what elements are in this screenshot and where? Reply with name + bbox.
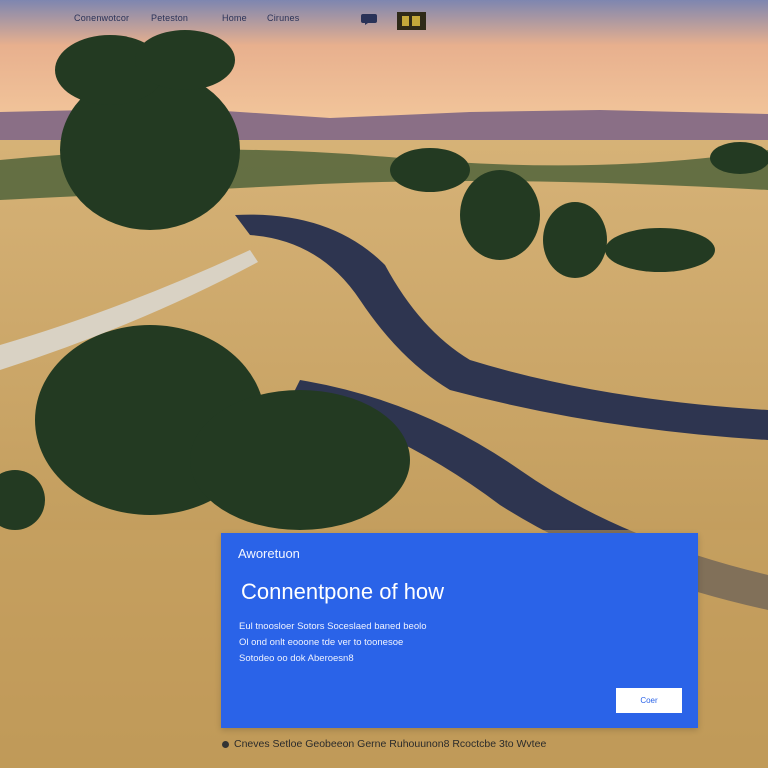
feature-panel: Aworetuon Connentpone of how Eul tnooslo… — [221, 533, 698, 728]
panel-body-line: Ol ond onlt eooone tde ver to toonesoe — [239, 637, 404, 648]
panel-eyebrow: Aworetuon — [238, 546, 300, 561]
panel-body: Eul tnoosloer Sotors Soceslaed baned beo… — [239, 619, 539, 667]
footer-text[interactable]: Cneves Setloe Geobeeon Gerne Ruhouunon8 … — [234, 738, 546, 750]
nav-link-peteston[interactable]: Peteston — [151, 13, 188, 23]
grid-icon[interactable] — [397, 12, 426, 35]
panel-title: Connentpone of how — [241, 579, 445, 604]
top-navigation: Conenwotcor Peteston Home Cirunes — [0, 0, 768, 40]
chat-icon[interactable] — [360, 12, 378, 30]
nav-link-home[interactable]: Home — [222, 13, 247, 23]
panel-cta-button[interactable]: Coer — [616, 688, 682, 713]
nav-link-brand[interactable]: Conenwotcor — [74, 13, 129, 23]
panel-body-line: Eul tnoosloer Sotors Soceslaed baned beo… — [239, 621, 427, 632]
footer: Cneves Setloe Geobeeon Gerne Ruhouunon8 … — [222, 738, 546, 750]
panel-body-line: Sotodeo oo dok Aberoesn8 — [239, 653, 354, 664]
nav-link-cirunes[interactable]: Cirunes — [267, 13, 299, 23]
footer-bullet-icon — [222, 740, 229, 748]
